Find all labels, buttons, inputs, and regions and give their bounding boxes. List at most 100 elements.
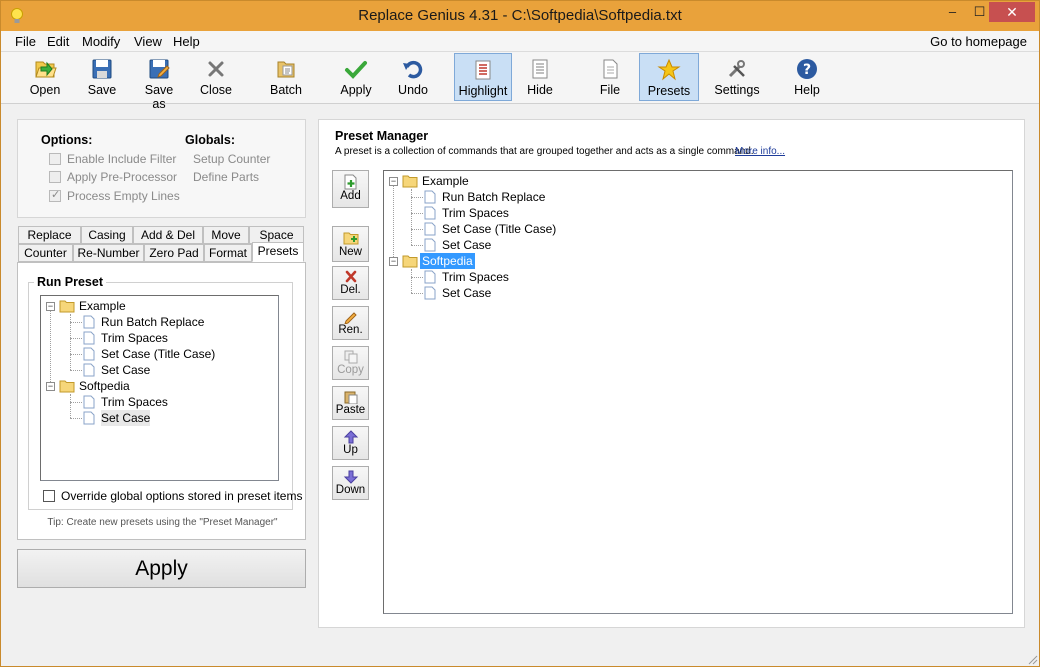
tab-casing[interactable]: Casing xyxy=(81,226,133,244)
rename-pencil-icon xyxy=(343,312,357,324)
setup-counter-link[interactable]: Setup Counter xyxy=(193,152,270,166)
document-icon xyxy=(424,222,436,236)
tools-icon xyxy=(728,60,745,78)
apply-preprocessor-checkbox[interactable]: Apply Pre-Processor xyxy=(49,170,177,184)
undo-button[interactable]: Undo xyxy=(395,53,431,101)
document-icon xyxy=(83,331,95,345)
homepage-link[interactable]: Go to homepage xyxy=(930,34,1027,49)
tree-line xyxy=(411,293,423,294)
copy-preset-button[interactable]: Copy xyxy=(332,346,369,380)
arrow-up-icon xyxy=(343,430,358,444)
close-button[interactable]: Close xyxy=(197,53,235,101)
undo-arrow-icon xyxy=(403,60,423,79)
tree-line xyxy=(393,183,394,263)
document-icon xyxy=(424,270,436,284)
highlight-document-icon xyxy=(475,60,491,80)
move-up-button[interactable]: Up xyxy=(332,426,369,460)
process-empty-lines-checkbox[interactable]: Process Empty Lines xyxy=(49,188,180,203)
window-title: Replace Genius 4.31 - C:\Softpedia\Softp… xyxy=(358,7,682,24)
tree-line xyxy=(411,277,423,278)
tree-line xyxy=(70,394,71,418)
define-parts-link[interactable]: Define Parts xyxy=(193,170,259,184)
highlight-label: Highlight xyxy=(458,84,508,98)
settings-label: Settings xyxy=(714,83,760,97)
checkbox-box xyxy=(43,490,55,502)
tab-add-del[interactable]: Add & Del xyxy=(133,226,203,244)
override-options-checkbox[interactable]: Override global options stored in preset… xyxy=(43,489,302,503)
highlight-button[interactable]: Highlight xyxy=(454,53,512,101)
close-window-button[interactable]: ✕ xyxy=(989,2,1035,22)
new-preset-button[interactable]: New xyxy=(332,226,369,262)
document-icon xyxy=(83,347,95,361)
star-icon xyxy=(657,58,681,81)
presets-tab-page: Run Preset − Example Run Batch Replace T… xyxy=(17,262,306,540)
menu-help[interactable]: Help xyxy=(173,34,200,49)
batch-label: Batch xyxy=(270,83,302,97)
file-button[interactable]: File xyxy=(595,53,625,101)
menu-edit[interactable]: Edit xyxy=(47,34,69,49)
tree-line xyxy=(411,229,423,230)
batch-button[interactable]: Batch xyxy=(267,53,305,101)
save-as-button[interactable]: Save as xyxy=(137,53,181,111)
tab-presets[interactable]: Presets xyxy=(252,242,304,262)
presets-button[interactable]: Presets xyxy=(639,53,699,101)
preset-manager-panel: Preset Manager A preset is a collection … xyxy=(318,119,1025,628)
options-panel: Options: Globals: Enable Include Filter … xyxy=(17,119,306,218)
run-preset-label: Run Preset xyxy=(34,275,106,289)
presets-tip: Tip: Create new presets using the "Prese… xyxy=(47,517,278,528)
hide-document-icon xyxy=(532,59,548,79)
new-folder-icon xyxy=(343,232,358,245)
app-window: Replace Genius 4.31 - C:\Softpedia\Softp… xyxy=(0,0,1040,667)
save-as-label: Save as xyxy=(144,83,174,111)
document-icon xyxy=(83,411,95,425)
document-icon xyxy=(424,238,436,252)
menu-modify[interactable]: Modify xyxy=(82,34,120,49)
paste-clipboard-icon xyxy=(344,391,357,404)
preset-manager-tree[interactable]: − Example Run Batch Replace Trim Spaces … xyxy=(383,170,1013,614)
preset-manager-description: A preset is a collection of commands tha… xyxy=(335,146,754,157)
more-info-link[interactable]: More info... xyxy=(735,146,785,157)
enable-include-filter-checkbox[interactable]: Enable Include Filter xyxy=(49,152,176,166)
tree-line xyxy=(411,213,423,214)
resize-grip-icon[interactable] xyxy=(1025,652,1039,666)
apply-button[interactable]: Apply xyxy=(17,549,306,588)
move-down-button[interactable]: Down xyxy=(332,466,369,500)
tab-re-number[interactable]: Re-Number xyxy=(73,244,144,262)
run-preset-tree[interactable]: − Example Run Batch Replace Trim Spaces … xyxy=(40,295,279,481)
tree-line xyxy=(70,338,82,339)
help-button[interactable]: ? Help xyxy=(791,53,823,101)
save-button[interactable]: Save xyxy=(85,53,119,101)
batch-folder-icon xyxy=(277,61,295,78)
tree-line xyxy=(411,197,423,198)
folder-icon xyxy=(59,300,75,313)
collapse-toggle[interactable]: − xyxy=(389,177,398,186)
tab-zero-pad[interactable]: Zero Pad xyxy=(144,244,204,262)
minimize-button[interactable]: – xyxy=(939,2,966,22)
document-icon xyxy=(424,190,436,204)
add-preset-button[interactable]: Add xyxy=(332,170,369,208)
tab-replace[interactable]: Replace xyxy=(18,226,81,244)
help-question-icon: ? xyxy=(797,59,817,79)
rename-preset-button[interactable]: Ren. xyxy=(332,306,369,340)
collapse-toggle[interactable]: − xyxy=(46,302,55,311)
tree-line xyxy=(70,370,82,371)
menu-file[interactable]: File xyxy=(15,34,36,49)
checkbox-box xyxy=(49,171,61,183)
hide-label: Hide xyxy=(527,83,553,97)
title-bar[interactable]: Replace Genius 4.31 - C:\Softpedia\Softp… xyxy=(1,1,1039,31)
collapse-toggle[interactable]: − xyxy=(46,382,55,391)
file-label: File xyxy=(599,83,621,97)
tab-move[interactable]: Move xyxy=(203,226,249,244)
paste-preset-button[interactable]: Paste xyxy=(332,386,369,420)
collapse-toggle[interactable]: − xyxy=(389,257,398,266)
tab-format[interactable]: Format xyxy=(204,244,252,262)
settings-button[interactable]: Settings xyxy=(713,53,761,101)
tab-counter[interactable]: Counter xyxy=(18,244,73,262)
delete-preset-button[interactable]: Del. xyxy=(332,266,369,300)
tree-line xyxy=(70,322,82,323)
menu-view[interactable]: View xyxy=(134,34,162,49)
hide-button[interactable]: Hide xyxy=(523,53,557,101)
open-button[interactable]: Open xyxy=(25,53,65,101)
folder-icon xyxy=(402,255,418,268)
apply-toolbar-button[interactable]: Apply xyxy=(337,53,375,101)
